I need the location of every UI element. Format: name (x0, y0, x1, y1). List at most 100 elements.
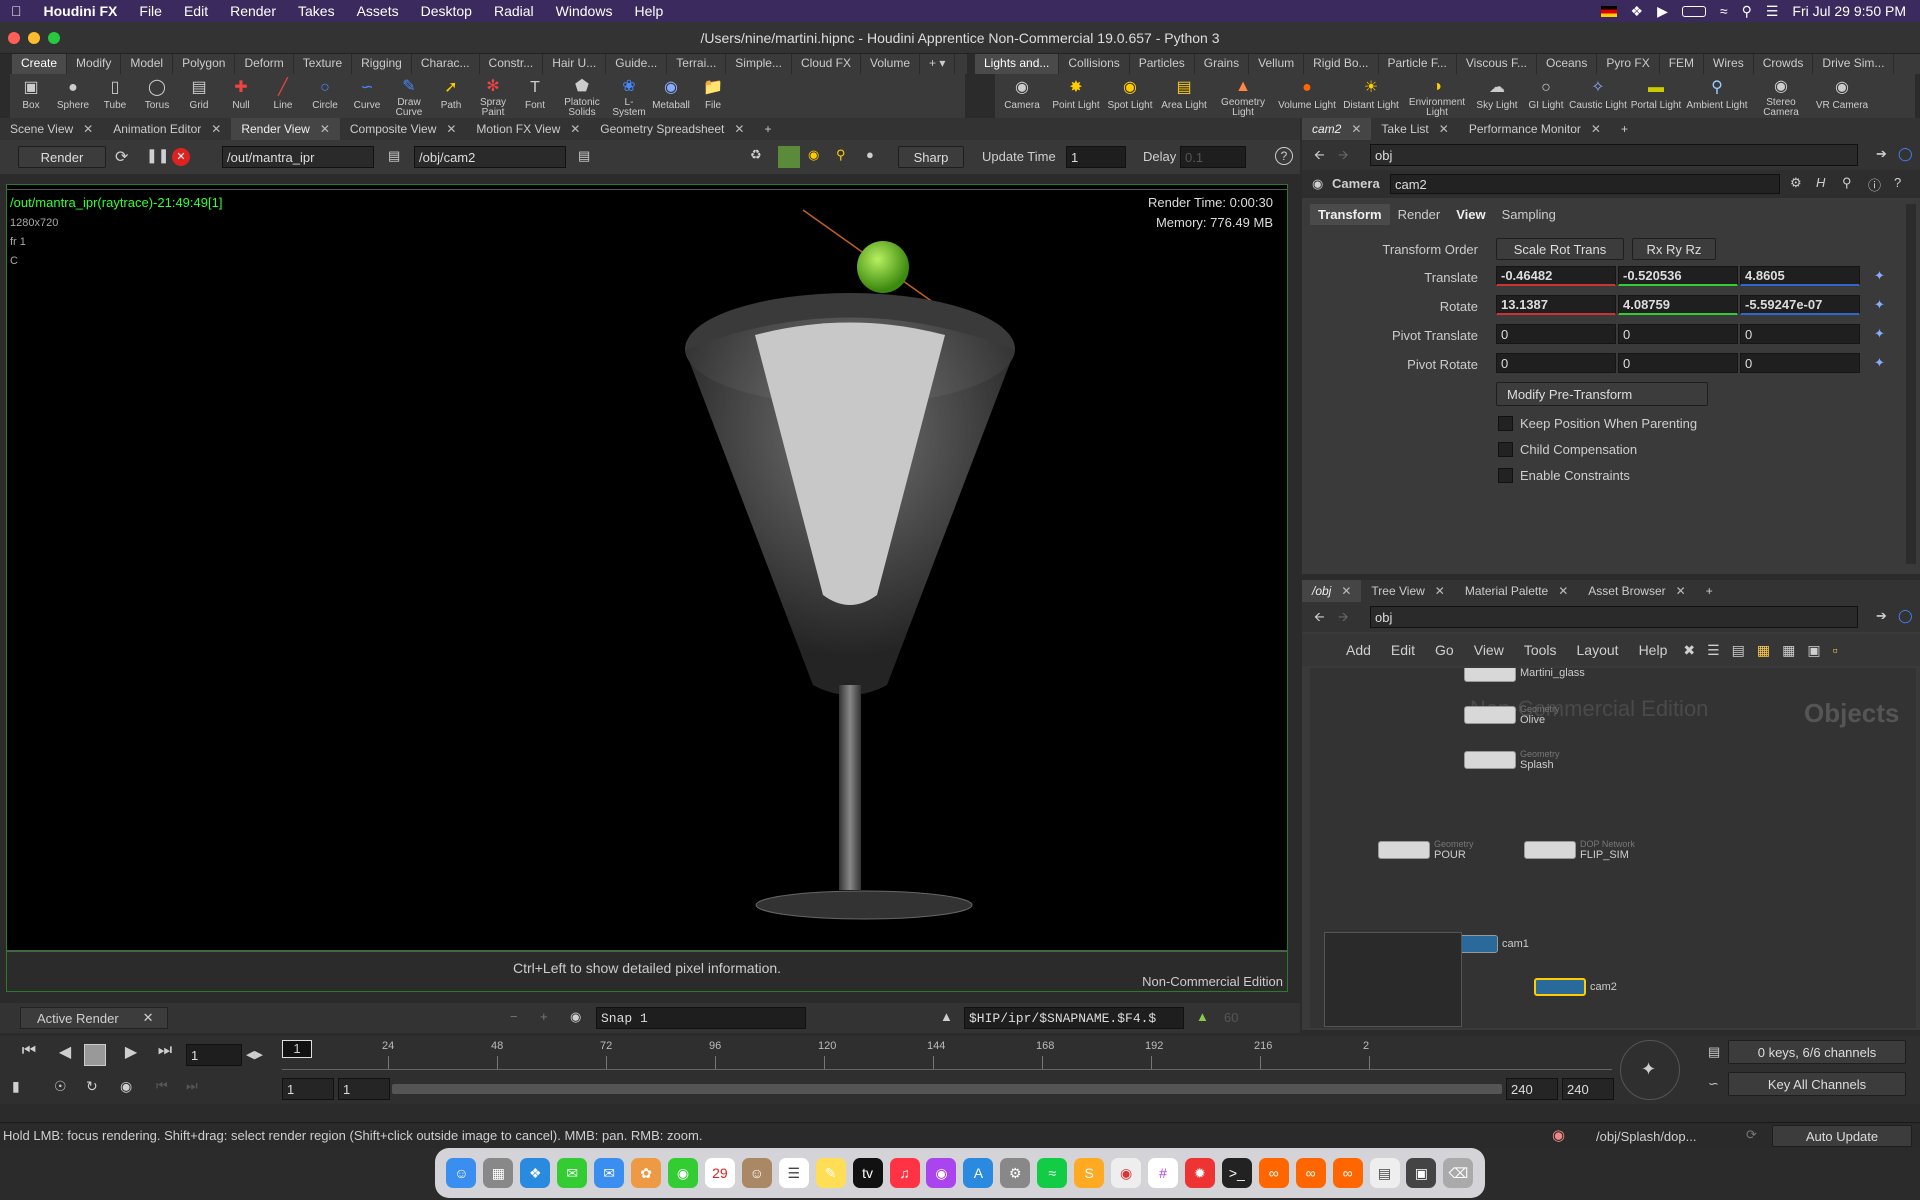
launchpad-icon[interactable]: ▦ (483, 1158, 514, 1188)
tool-distant-light[interactable]: ☀ Distant Light (1339, 74, 1403, 118)
snapshot-path[interactable]: $HIP/ipr/$SNAPNAME.$F4.$ (964, 1007, 1184, 1029)
tool-platonic-solids[interactable]: ⬟ Platonic Solids (556, 74, 608, 118)
calendar-icon[interactable]: 29 (704, 1158, 735, 1188)
status-node-path[interactable]: /obj/Splash/dop... (1588, 1125, 1738, 1147)
tool-stereo-camera[interactable]: ◉ Stereo Camera (1749, 74, 1813, 118)
tool-environment-light[interactable]: ◑ Environment Light (1403, 74, 1471, 118)
channel-icon[interactable]: ▤ (1708, 1044, 1720, 1060)
rotate-x-field[interactable]: 13.1387 (1496, 295, 1616, 315)
link-icon[interactable]: ◯ (1898, 146, 1913, 162)
enable-constraints-checkbox[interactable] (1498, 468, 1513, 483)
tab-animation-editor[interactable]: Animation Editor ✕ (103, 118, 231, 140)
node-name-field[interactable]: cam2 (1390, 174, 1780, 194)
close-tab-icon[interactable]: ✕ (570, 118, 580, 140)
wifi-icon[interactable]: ≈ (1720, 3, 1728, 19)
tool-grid[interactable]: ▤ Grid (178, 74, 220, 118)
jump-end-icon[interactable]: ⏭ (148, 1042, 182, 1068)
shelf-tab-particles[interactable]: Particles (1130, 54, 1195, 74)
menu-assets[interactable]: Assets (346, 3, 410, 19)
tool-area-light[interactable]: ▤ Area Light (1157, 74, 1211, 118)
shelf-tab-viscous-fluids[interactable]: Viscous F... (1457, 54, 1537, 74)
range-end-field[interactable]: 240 (1506, 1078, 1558, 1100)
rotate-y-field[interactable]: 4.08759 (1618, 295, 1738, 315)
tool-line[interactable]: ╱ Line (262, 74, 304, 118)
shelf-tab-drive-sim[interactable]: Drive Sim... (1813, 54, 1895, 74)
close-tab-icon[interactable]: ✕ (1439, 118, 1449, 140)
next-key-icon[interactable]: ⏭ (186, 1078, 198, 1094)
pause-icon[interactable]: ❚❚ (146, 147, 169, 164)
tool-metaball[interactable]: ◉ Metaball (650, 74, 692, 118)
graph-icon[interactable]: ∽ (1708, 1076, 1719, 1092)
prev-key-icon[interactable]: ⏮ (156, 1078, 168, 1094)
shelf-tab-guide[interactable]: Guide... (606, 54, 668, 74)
add-shelf-tab-button[interactable]: + ▾ (920, 54, 956, 74)
tool-curve[interactable]: ∽ Curve (346, 74, 388, 118)
plus-icon[interactable]: + (540, 1009, 548, 1024)
rop-selector[interactable]: /out/mantra_ipr (222, 146, 374, 168)
delay-field[interactable]: 0.1 (1180, 146, 1246, 168)
range-start-field-2[interactable]: 1 (338, 1078, 390, 1100)
key-all-channels-button[interactable]: Key All Channels (1728, 1072, 1906, 1096)
add-tab-button[interactable]: + (1696, 580, 1723, 602)
menu-file[interactable]: File (128, 3, 173, 19)
loop-icon[interactable]: ↻ (86, 1078, 98, 1095)
close-tab-icon[interactable]: ✕ (320, 118, 330, 140)
snapshot-name[interactable]: Snap 1 (596, 1007, 806, 1029)
close-tab-icon[interactable]: ✕ (83, 118, 93, 140)
photos-icon[interactable]: ✿ (631, 1158, 662, 1188)
play-icon[interactable]: ▶ (1657, 3, 1668, 20)
light-bulb-icon[interactable]: ◉ (808, 147, 819, 163)
recycle-icon[interactable]: ♻ (750, 147, 762, 163)
global-anim-options-icon[interactable]: ◉ (120, 1078, 132, 1095)
realtime-toggle-icon[interactable]: ▮ (12, 1078, 20, 1095)
forward-icon[interactable]: 🡪 (1338, 146, 1349, 168)
save-icon[interactable]: ▲ (940, 1009, 953, 1024)
close-tab-icon[interactable]: ✕ (211, 118, 221, 140)
menu-takes[interactable]: Takes (287, 3, 346, 19)
tool-spray-paint[interactable]: ✻ Spray Paint (472, 74, 514, 118)
battery-icon[interactable] (1681, 5, 1706, 17)
menu-desktop[interactable]: Desktop (410, 3, 483, 19)
system-preferences-icon[interactable]: ⚙ (1000, 1158, 1031, 1188)
app-store-icon[interactable]: A (963, 1158, 994, 1188)
tab-take-list[interactable]: Take List ✕ (1371, 118, 1458, 140)
messages-icon[interactable]: ✉ (557, 1158, 588, 1188)
node-body[interactable] (1524, 841, 1576, 859)
close-tab-icon[interactable]: ✕ (1435, 580, 1445, 602)
range-end-field-2[interactable]: 240 (1562, 1078, 1614, 1100)
tab-material-palette[interactable]: Material Palette ✕ (1455, 580, 1578, 602)
document-icon[interactable]: ▤ (1369, 1158, 1400, 1188)
stop-icon[interactable] (84, 1044, 106, 1066)
network-overview-map[interactable] (1324, 932, 1462, 1027)
shelf-tab-collisions[interactable]: Collisions (1059, 54, 1130, 74)
close-tab-icon[interactable]: ✕ (1591, 118, 1601, 140)
slack-icon[interactable]: # (1147, 1158, 1178, 1188)
pin-icon[interactable]: ➔ (1876, 146, 1887, 162)
network-menu-tools[interactable]: Tools (1514, 642, 1567, 658)
tab-cam2[interactable]: cam2 ✕ (1302, 118, 1372, 140)
param-scrollbar[interactable] (1906, 204, 1916, 564)
shelf-tab-volume[interactable]: Volume (861, 54, 921, 74)
apple-tv-icon[interactable]: tv (852, 1158, 883, 1188)
link-icon[interactable]: ◯ (1898, 608, 1913, 624)
pivot-translate-x-field[interactable]: 0 (1496, 324, 1616, 344)
subtab-render[interactable]: Render (1390, 204, 1449, 225)
tool-draw-curve[interactable]: ✎ Draw Curve (388, 74, 430, 118)
mail-icon[interactable]: ✉ (594, 1158, 625, 1188)
pivot-rotate-x-field[interactable]: 0 (1496, 353, 1616, 373)
menu-radial[interactable]: Radial (483, 3, 545, 19)
app-menu[interactable]: Houdini FX (33, 3, 129, 19)
audio-icon[interactable]: ☉ (54, 1078, 67, 1095)
grid-view-icon[interactable]: ▦ (1751, 642, 1776, 659)
stop-render-icon[interactable]: ✕ (172, 148, 190, 166)
search-icon[interactable]: ⚲ (1842, 175, 1852, 191)
filter-dropdown[interactable]: Sharp (898, 146, 964, 168)
camera-browse-icon[interactable]: ▤ (578, 148, 590, 164)
param-path-field[interactable]: obj (1370, 144, 1858, 166)
keep-position-checkbox[interactable] (1498, 416, 1513, 431)
trash-icon[interactable]: ⌫ (1443, 1158, 1474, 1188)
pivot-rotate-handle-icon[interactable]: ✦ (1874, 355, 1885, 371)
menu-help[interactable]: Help (623, 3, 674, 19)
reminders-icon[interactable]: ☰ (778, 1158, 809, 1188)
node-cam2[interactable]: cam2 (1534, 978, 1617, 996)
